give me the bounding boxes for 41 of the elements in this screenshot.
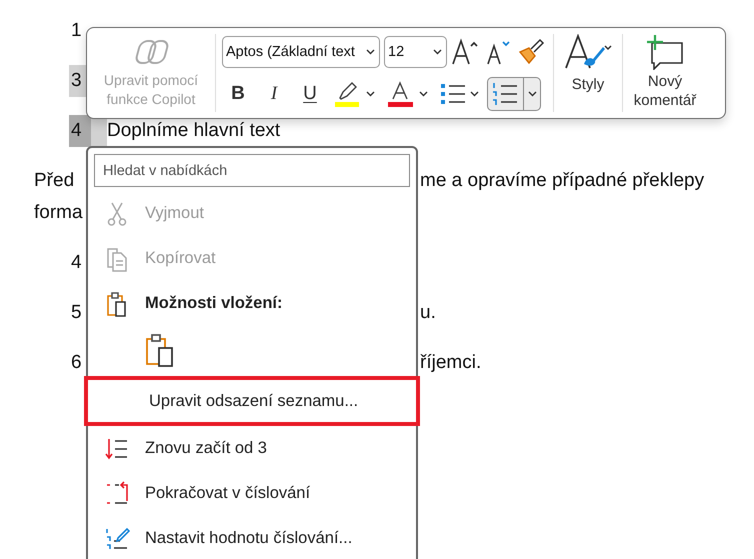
- chevron-icon: [528, 91, 537, 97]
- menu-item[interactable]: Nastavit hodnotu číslování...: [88, 516, 416, 559]
- bullet-list-icon[interactable]: [440, 82, 466, 106]
- document-text: u.: [420, 302, 436, 324]
- numbering-button[interactable]: [487, 77, 541, 111]
- search-field[interactable]: Hledat v nabídkách: [94, 154, 410, 187]
- font-color-icon[interactable]: [387, 81, 415, 107]
- menu-item[interactable]: Upravit odsazení seznamu...: [84, 376, 420, 426]
- menu-item[interactable]: Znovu začít od 3: [88, 426, 416, 471]
- list-number: 4: [69, 115, 107, 147]
- font-dropdown[interactable]: Aptos (Základní text: [222, 36, 380, 68]
- menu-item[interactable]: Pokračovat v číslování: [88, 471, 416, 516]
- document-text: Před: [34, 170, 74, 192]
- chevron-icon: [419, 91, 428, 97]
- list-number: 5: [70, 301, 83, 325]
- document-text: forma: [34, 202, 83, 224]
- italic-button[interactable]: I: [258, 78, 290, 110]
- document-text: Doplníme hlavní text: [107, 120, 280, 142]
- chevron-icon: [470, 91, 479, 97]
- list-number: 6: [70, 351, 83, 375]
- list-number: 4: [70, 251, 83, 275]
- bold-button[interactable]: B: [222, 78, 254, 110]
- number-edit-icon: [104, 526, 130, 552]
- highlighter-icon[interactable]: [334, 81, 362, 107]
- menu-section-header: Možnosti vložení:: [88, 281, 416, 326]
- chevron-icon: [433, 49, 442, 55]
- format-painter-icon[interactable]: [517, 38, 545, 66]
- new-comment-button[interactable]: Nový komentář: [623, 34, 707, 112]
- document-text: me a opravíme případné překlepy: [420, 170, 704, 192]
- paste-icon: [144, 333, 176, 367]
- styles-button[interactable]: Styly: [554, 34, 623, 112]
- font-size-dropdown[interactable]: 12: [384, 36, 447, 68]
- chevron-icon: [366, 49, 375, 55]
- underline-button[interactable]: U: [294, 78, 326, 110]
- copilot-icon: [133, 37, 169, 67]
- numbered-list-icon: [491, 81, 519, 107]
- chevron-icon: [366, 91, 375, 97]
- new-comment-icon: [646, 34, 684, 70]
- styles-icon: [564, 34, 612, 70]
- list-number: 1: [70, 19, 83, 43]
- document-text: říjemci.: [420, 352, 482, 374]
